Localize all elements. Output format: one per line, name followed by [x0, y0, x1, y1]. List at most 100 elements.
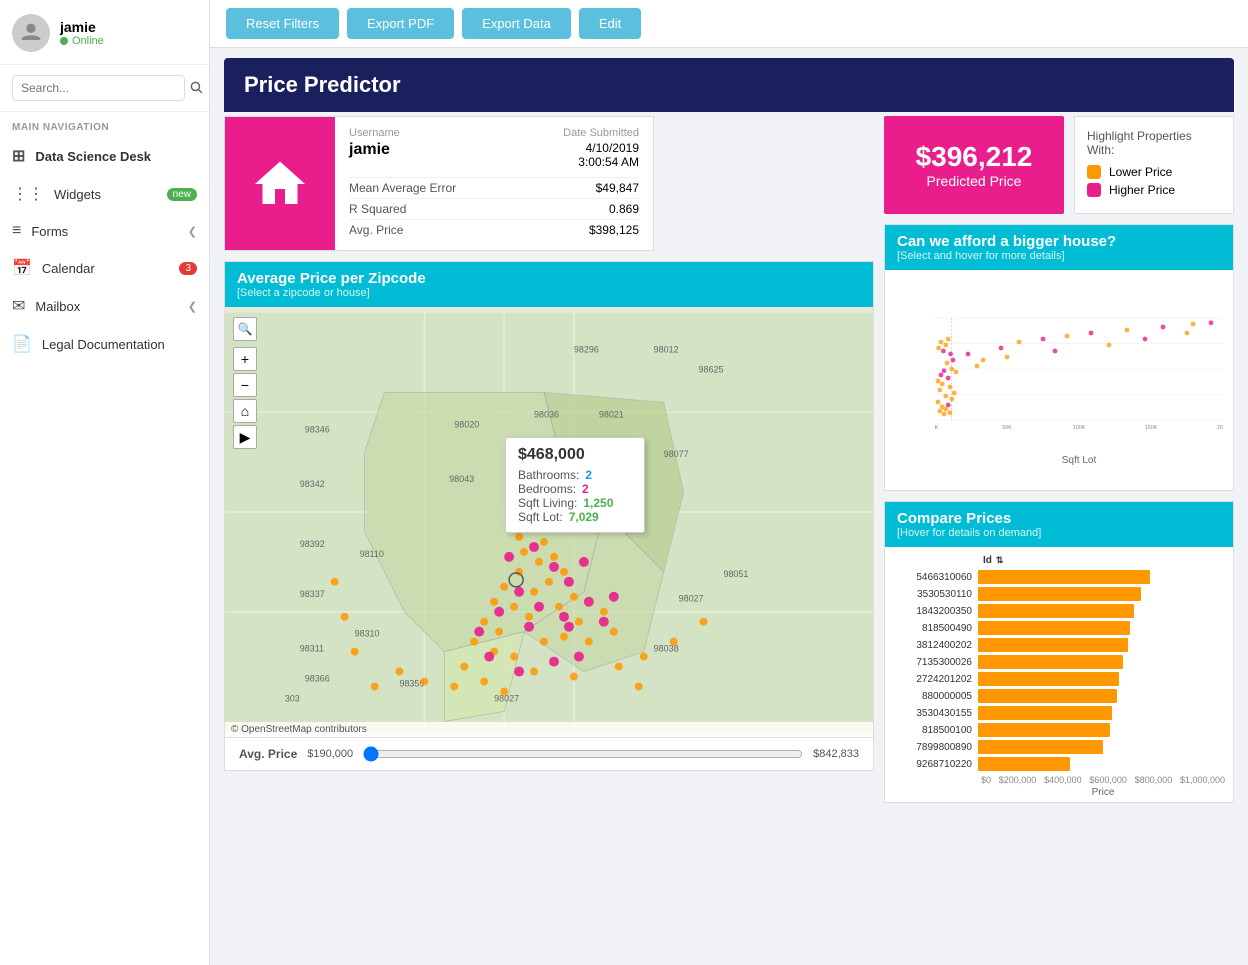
tooltip-sqft-lot: Sqft Lot: 7,029 — [518, 510, 632, 524]
info-headers: Username Date Submitted — [349, 127, 639, 141]
map-area[interactable]: 98296 98012 98625 98346 98020 98036 9802… — [225, 307, 873, 737]
map-zoom-out-button[interactable]: − — [233, 373, 257, 397]
bar-chart-rows: 5466310060 3530530110 1843200350 8185004… — [893, 570, 1225, 771]
user-section: jamie Online — [0, 0, 209, 65]
search-input[interactable] — [12, 75, 185, 101]
map-search-button[interactable]: 🔍 — [233, 317, 257, 341]
table-row: 880000005 — [893, 689, 1225, 703]
compare-chart-header: Id ⇅ — [893, 555, 1225, 566]
table-row: 7899800890 — [893, 740, 1225, 754]
sidebar-item-forms[interactable]: ≡ Forms ❮ — [0, 213, 209, 249]
info-date-block: 4/10/2019 3:00:54 AM — [578, 141, 639, 169]
table-row: 3812400202 — [893, 638, 1225, 652]
map-zoom-in-button[interactable]: + — [233, 347, 257, 371]
svg-text:98027: 98027 — [679, 594, 704, 604]
legend-higher-price: Higher Price — [1087, 183, 1221, 197]
username-col-header: Username — [349, 127, 400, 139]
bar — [978, 604, 1134, 618]
bar — [978, 570, 1150, 584]
forms-chevron-icon: ❮ — [188, 225, 197, 238]
tooltip-bathrooms: Bathrooms: 2 — [518, 468, 632, 482]
bar — [978, 655, 1123, 669]
id-column-header: Id — [983, 555, 992, 566]
calendar-badge: 3 — [179, 262, 197, 275]
highlight-legend: Highlight Properties With: Lower Price H… — [1074, 116, 1234, 214]
svg-text:303: 303 — [285, 693, 300, 703]
widgets-badge: new — [167, 188, 197, 201]
svg-text:98346: 98346 — [305, 424, 330, 434]
map-controls: + − ⌂ ▶ — [233, 347, 257, 449]
export-data-button[interactable]: Export Data — [462, 8, 571, 39]
table-row: 9268710220 — [893, 757, 1225, 771]
predicted-price-value: $396,212 — [916, 141, 1033, 173]
sort-icon: ⇅ — [996, 555, 1004, 566]
scatter-chart-area: 1500 1000 500 0 0K 50K 100K 150K 200K — [885, 270, 1233, 490]
map-tooltip: $468,000 Bathrooms: 2 Bedrooms: 2 Sqft L… — [505, 437, 645, 533]
svg-text:50K: 50K — [1002, 425, 1012, 431]
sidebar-item-data-science-desk[interactable]: ⊞ Data Science Desk — [0, 137, 209, 175]
list-icon: ≡ — [12, 222, 21, 240]
map-header: Average Price per Zipcode [Select a zipc… — [225, 262, 873, 307]
x-tick-0: $0 — [981, 775, 991, 785]
sidebar-item-label-widgets: Widgets — [54, 187, 101, 202]
sidebar-item-calendar[interactable]: 📅 Calendar 3 — [0, 249, 209, 287]
price-highlight-row: $396,212 Predicted Price Highlight Prope… — [884, 116, 1234, 214]
info-card: Username Date Submitted jamie 4/10/2019 … — [224, 116, 654, 251]
calendar-icon: 📅 — [12, 258, 32, 278]
price-range-input[interactable] — [363, 746, 803, 762]
sidebar-item-label-data-science-desk: Data Science Desk — [35, 149, 151, 164]
price-slider-label: Avg. Price — [239, 747, 297, 761]
scatter-title: Can we afford a bigger house? — [897, 233, 1221, 250]
info-price-row: Username Date Submitted jamie 4/10/2019 … — [224, 116, 874, 251]
svg-text:98366: 98366 — [305, 674, 330, 684]
table-row: 3530430155 — [893, 706, 1225, 720]
nav-label: MAIN NAVIGATION — [0, 112, 209, 137]
svg-text:98337: 98337 — [300, 589, 325, 599]
metric-rsquared: R Squared 0.869 — [349, 198, 639, 219]
username-label: jamie — [60, 19, 104, 35]
svg-text:98311: 98311 — [300, 644, 324, 654]
sidebar: jamie Online MAIN NAVIGATION ⊞ Data Scie… — [0, 0, 210, 965]
lower-price-dot — [1087, 165, 1101, 179]
user-info: jamie Online — [60, 19, 104, 47]
x-tick-3: $600,000 — [1089, 775, 1127, 785]
search-button[interactable] — [189, 80, 203, 97]
svg-text:98342: 98342 — [300, 479, 325, 489]
bar — [978, 723, 1110, 737]
table-row: 7135300026 — [893, 655, 1225, 669]
compare-x-axis: $0 $200,000 $400,000 $600,000 $800,000 $… — [893, 775, 1225, 785]
sidebar-item-label-legal: Legal Documentation — [42, 337, 165, 352]
status-dot — [60, 37, 68, 45]
compare-chart-container: Id ⇅ 5466310060 3530530110 1843200350 81… — [885, 547, 1233, 802]
sidebar-item-mailbox[interactable]: ✉ Mailbox ❮ — [0, 287, 209, 325]
info-values-row: jamie 4/10/2019 3:00:54 AM — [349, 141, 639, 169]
lower-price-label: Lower Price — [1109, 165, 1172, 179]
map-home-button[interactable]: ⌂ — [233, 399, 257, 423]
svg-text:100K: 100K — [1073, 425, 1086, 431]
bar — [978, 706, 1112, 720]
sidebar-item-legal[interactable]: 📄 Legal Documentation — [0, 325, 209, 363]
bar — [978, 638, 1128, 652]
mailbox-chevron-icon: ❮ — [188, 300, 197, 313]
bar — [978, 587, 1141, 601]
predicted-price-label: Predicted Price — [927, 173, 1022, 189]
svg-text:98021: 98021 — [599, 409, 624, 419]
export-pdf-button[interactable]: Export PDF — [347, 8, 454, 39]
map-title: Average Price per Zipcode — [237, 270, 861, 287]
svg-text:98310: 98310 — [355, 629, 380, 639]
reset-filters-button[interactable]: Reset Filters — [226, 8, 339, 39]
table-row: 818500490 — [893, 621, 1225, 635]
info-card-details: Username Date Submitted jamie 4/10/2019 … — [335, 117, 653, 250]
apps-icon: ⋮⋮ — [12, 184, 44, 204]
svg-text:98625: 98625 — [699, 364, 724, 374]
bar — [978, 689, 1117, 703]
x-tick-4: $800,000 — [1135, 775, 1173, 785]
svg-text:150K: 150K — [1145, 425, 1158, 431]
table-row: 818500100 — [893, 723, 1225, 737]
sidebar-item-widgets[interactable]: ⋮⋮ Widgets new — [0, 175, 209, 213]
map-forward-button[interactable]: ▶ — [233, 425, 257, 449]
edit-button[interactable]: Edit — [579, 8, 641, 39]
higher-price-dot — [1087, 183, 1101, 197]
table-row: 3530530110 — [893, 587, 1225, 601]
dashboard-title: Price Predictor — [224, 58, 1234, 112]
